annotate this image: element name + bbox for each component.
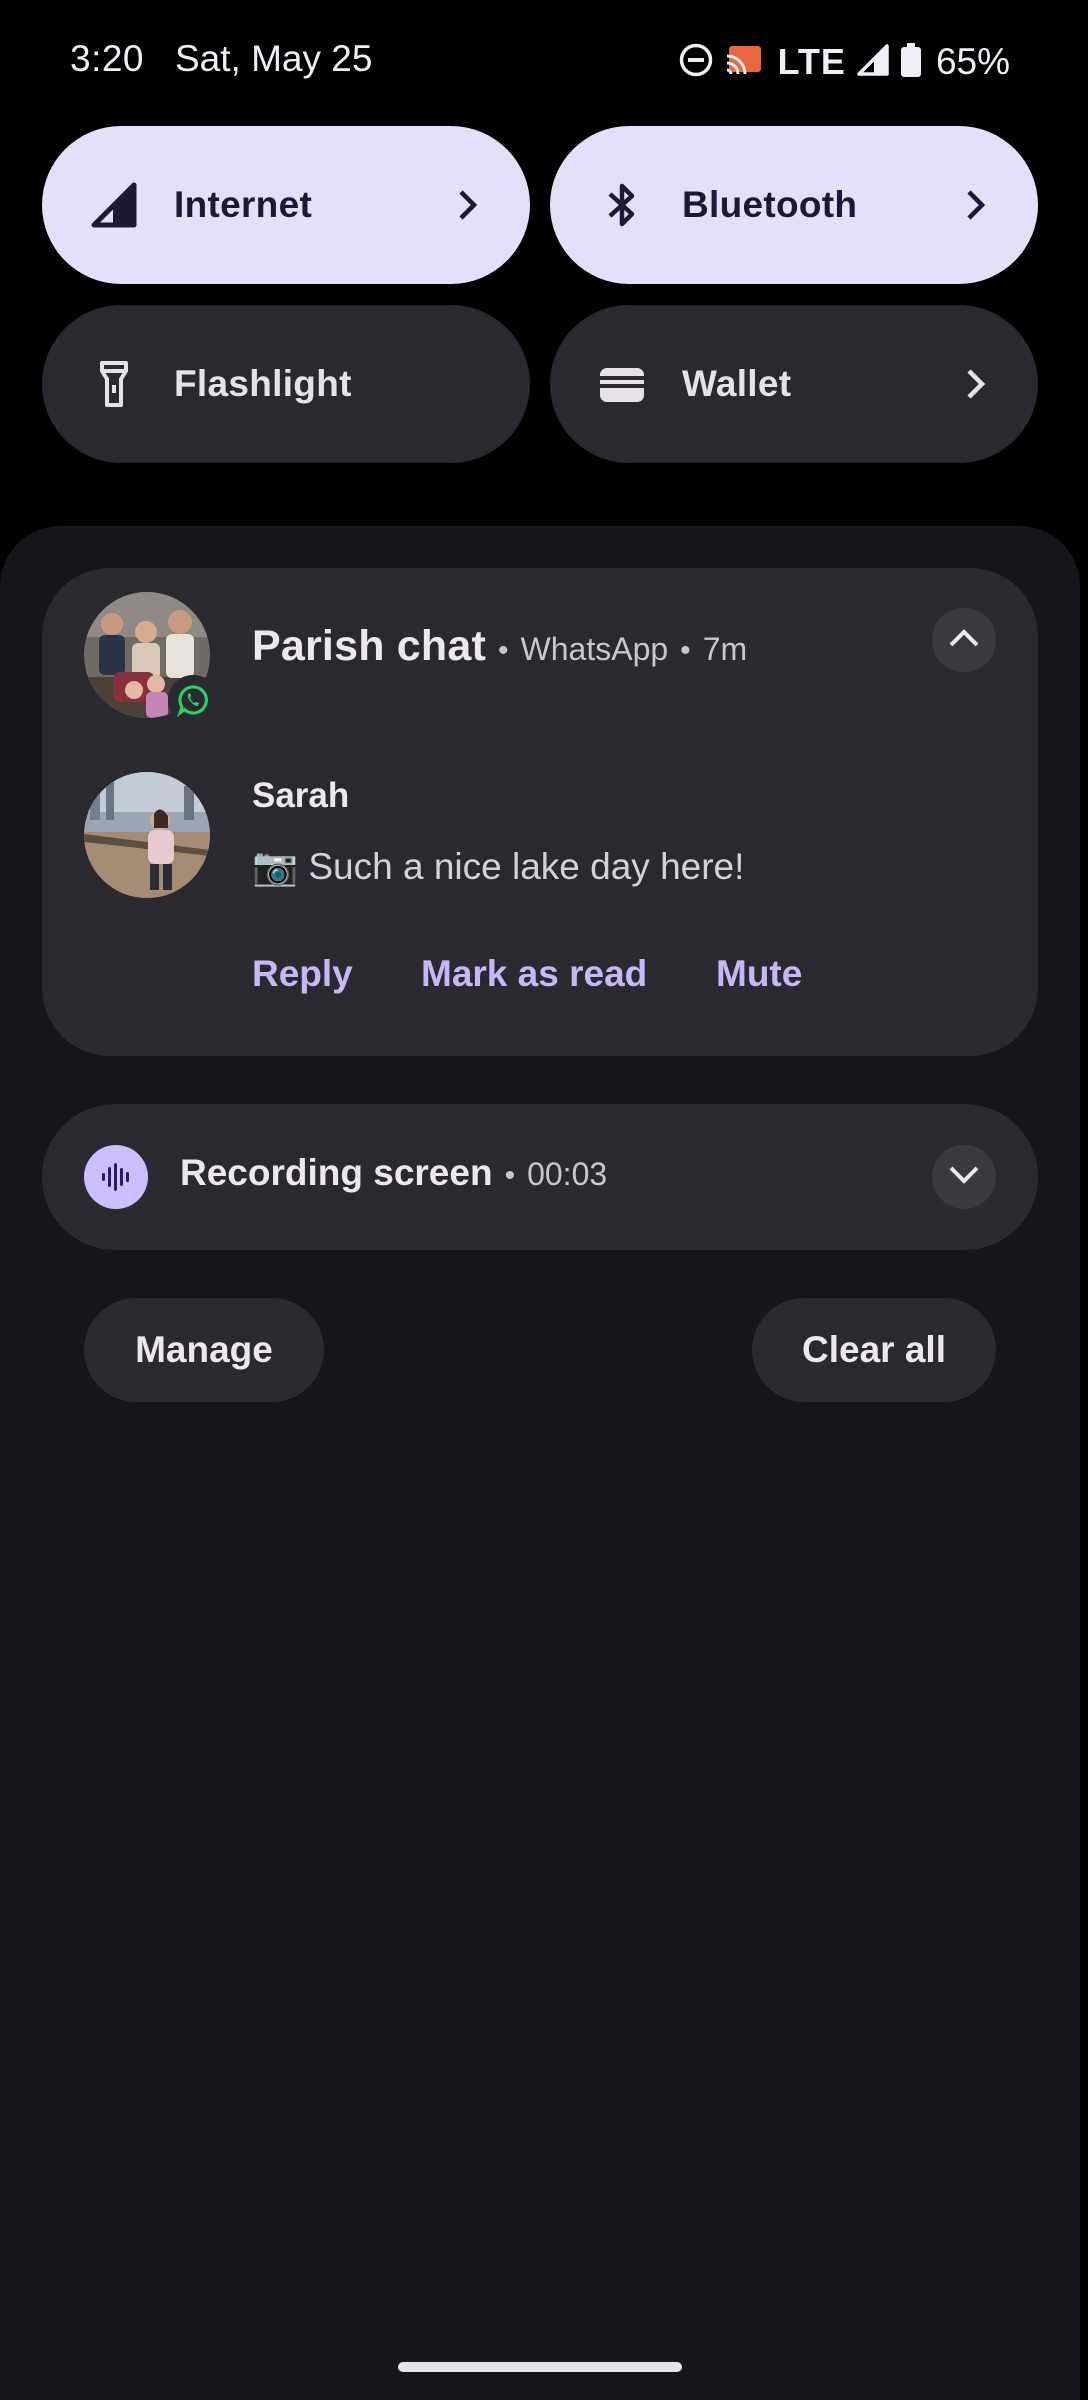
- sender-avatar: [84, 772, 210, 898]
- tile-bluetooth[interactable]: Bluetooth: [550, 126, 1038, 284]
- mark-as-read-button[interactable]: Mark as read: [421, 953, 647, 995]
- tile-wallet[interactable]: Wallet: [550, 305, 1038, 463]
- recording-title: Recording screen: [180, 1152, 493, 1193]
- notification-time: 7m: [702, 631, 748, 667]
- tile-label: Wallet: [682, 363, 792, 404]
- network-type: LTE: [777, 41, 846, 82]
- separator-dot: •: [504, 1159, 516, 1192]
- mute-button[interactable]: Mute: [716, 953, 802, 995]
- chat-title: Parish chat: [252, 622, 487, 670]
- signal-icon: [88, 179, 140, 231]
- app-name: WhatsApp: [520, 631, 669, 667]
- separator-dot: •: [680, 634, 691, 667]
- tile-label: Bluetooth: [682, 184, 858, 225]
- chevron-up-icon: [947, 627, 981, 654]
- separator-dot: •: [498, 634, 509, 667]
- manage-button[interactable]: Manage: [84, 1298, 324, 1402]
- chevron-right-icon[interactable]: [956, 360, 996, 408]
- chevron-right-icon[interactable]: [956, 181, 996, 229]
- home-indicator[interactable]: [398, 2362, 682, 2372]
- battery-percent: 65%: [935, 41, 1010, 82]
- audio-waveform-icon: [84, 1145, 148, 1209]
- status-date: Sat, May 25: [175, 38, 373, 79]
- signal-icon: [856, 43, 890, 82]
- sender-name: Sarah: [252, 776, 350, 815]
- chat-header: Parish chat • WhatsApp • 7m: [252, 622, 747, 682]
- chevron-down-icon: [947, 1164, 981, 1191]
- message-text: 📷 Such a nice lake day here!: [252, 846, 745, 887]
- bluetooth-icon: [596, 179, 648, 231]
- do-not-disturb-icon: [678, 42, 714, 83]
- clear-all-button[interactable]: Clear all: [752, 1298, 996, 1402]
- expand-button[interactable]: [932, 1145, 996, 1209]
- tile-label: Flashlight: [174, 363, 352, 404]
- status-bar: 3:20 Sat, May 25 LTE 65%: [0, 0, 1088, 126]
- chevron-right-icon[interactable]: [448, 181, 488, 229]
- wallet-icon: [596, 358, 648, 410]
- tile-label: Internet: [174, 184, 313, 225]
- recording-duration: 00:03: [527, 1156, 608, 1192]
- flashlight-icon: [88, 358, 140, 410]
- status-icons: LTE 65%: [678, 38, 1010, 86]
- tile-flashlight[interactable]: Flashlight: [42, 305, 530, 463]
- cast-icon: [724, 42, 764, 83]
- whatsapp-icon: [168, 675, 218, 725]
- status-time: 3:20: [70, 38, 145, 79]
- reply-button[interactable]: Reply: [252, 953, 353, 995]
- recording-header: Recording screen • 00:03: [180, 1152, 607, 1202]
- battery-icon: [900, 42, 922, 83]
- tile-internet[interactable]: Internet: [42, 126, 530, 284]
- collapse-button[interactable]: [932, 608, 996, 672]
